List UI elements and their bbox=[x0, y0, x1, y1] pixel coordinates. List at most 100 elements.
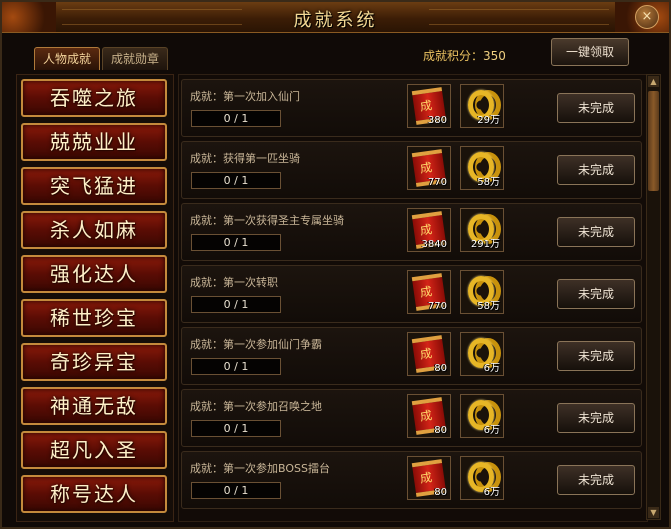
reward-scroll-amount: 380 bbox=[427, 115, 447, 126]
achievement-score: 成就积分：350 bbox=[423, 47, 506, 64]
achievement-progress: 0 / 1 bbox=[191, 420, 281, 437]
scroll-icon-glyph: 成 bbox=[419, 346, 434, 362]
reward-scroll-amount: 80 bbox=[434, 425, 447, 436]
achievement-prefix: 成就： bbox=[190, 400, 223, 413]
achievement-row: 成就：第一次转职 0 / 1 成 770 58万 未完成 bbox=[181, 265, 642, 323]
achievement-name: 第一次参加BOSS擂台 bbox=[223, 462, 330, 475]
achievement-title: 成就：获得第一匹坐骑 bbox=[190, 150, 300, 166]
achievement-prefix: 成就： bbox=[190, 152, 223, 165]
reward-coin-amount: 6万 bbox=[483, 487, 500, 498]
scroll-icon-glyph: 成 bbox=[419, 160, 434, 176]
category-button[interactable]: 奇珍异宝 bbox=[21, 343, 167, 381]
reward-coin-amount: 6万 bbox=[483, 363, 500, 374]
category-button[interactable]: 吞噬之旅 bbox=[21, 79, 167, 117]
reward-coin-slot[interactable]: 58万 bbox=[460, 146, 504, 190]
category-sidebar: 吞噬之旅 兢兢业业 突飞猛进 杀人如麻 强化达人 稀世珍宝 奇珍异宝 神通无敌 … bbox=[16, 74, 174, 522]
achievement-name: 第一次加入仙门 bbox=[223, 90, 300, 103]
achievement-progress: 0 / 1 bbox=[191, 234, 281, 251]
status-button[interactable]: 未完成 bbox=[557, 341, 635, 371]
achievement-prefix: 成就： bbox=[190, 276, 223, 289]
category-button[interactable]: 强化达人 bbox=[21, 255, 167, 293]
list-scrollbar[interactable]: ▲ ▼ bbox=[646, 74, 661, 520]
achievement-name: 获得第一匹坐骑 bbox=[223, 152, 300, 165]
title-bar: 成就系统 × bbox=[2, 2, 669, 33]
achievement-row: 成就：第一次加入仙门 0 / 1 成 380 29万 未完成 bbox=[181, 79, 642, 137]
achievement-progress: 0 / 1 bbox=[191, 172, 281, 189]
scroll-icon-glyph: 成 bbox=[419, 470, 434, 486]
achievement-title: 成就：第一次参加召唤之地 bbox=[190, 398, 322, 414]
achievement-name: 第一次转职 bbox=[223, 276, 278, 289]
score-value: 350 bbox=[483, 49, 506, 63]
reward-coin-slot[interactable]: 29万 bbox=[460, 84, 504, 128]
category-button[interactable]: 杀人如麻 bbox=[21, 211, 167, 249]
status-button[interactable]: 未完成 bbox=[557, 93, 635, 123]
reward-scroll-slot[interactable]: 成 80 bbox=[407, 332, 451, 376]
achievement-progress: 0 / 1 bbox=[191, 482, 281, 499]
achievement-title: 成就：第一次获得圣主专属坐骑 bbox=[190, 212, 344, 228]
scrollbar-thumb[interactable] bbox=[648, 91, 659, 191]
reward-scroll-amount: 3840 bbox=[421, 239, 447, 250]
achievement-title: 成就：第一次参加仙门争霸 bbox=[190, 336, 322, 352]
achievement-row: 成就：获得第一匹坐骑 0 / 1 成 770 58万 未完成 bbox=[181, 141, 642, 199]
achievement-prefix: 成就： bbox=[190, 90, 223, 103]
tab-character-achievements[interactable]: 人物成就 bbox=[34, 47, 101, 70]
category-button[interactable]: 突飞猛进 bbox=[21, 167, 167, 205]
scroll-up-arrow-icon[interactable]: ▲ bbox=[648, 76, 659, 87]
reward-coin-slot[interactable]: 58万 bbox=[460, 270, 504, 314]
reward-scroll-slot[interactable]: 成 770 bbox=[407, 270, 451, 314]
achievement-name: 第一次参加召唤之地 bbox=[223, 400, 322, 413]
status-button[interactable]: 未完成 bbox=[557, 403, 635, 433]
status-button[interactable]: 未完成 bbox=[557, 217, 635, 247]
close-button[interactable]: × bbox=[635, 5, 659, 29]
reward-coin-amount: 6万 bbox=[483, 425, 500, 436]
reward-coin-slot[interactable]: 6万 bbox=[460, 332, 504, 376]
scroll-down-arrow-icon[interactable]: ▼ bbox=[648, 507, 659, 518]
status-button[interactable]: 未完成 bbox=[557, 465, 635, 495]
status-button[interactable]: 未完成 bbox=[557, 279, 635, 309]
achievement-row: 成就：第一次参加BOSS擂台 0 / 1 成 80 6万 未完成 bbox=[181, 451, 642, 509]
achievement-progress: 0 / 1 bbox=[191, 358, 281, 375]
reward-coin-amount: 58万 bbox=[477, 177, 500, 188]
reward-coin-amount: 291万 bbox=[470, 239, 500, 250]
achievement-row: 成就：第一次获得圣主专属坐骑 0 / 1 成 3840 291万 未完成 bbox=[181, 203, 642, 261]
category-button[interactable]: 称号达人 bbox=[21, 475, 167, 513]
category-button[interactable]: 超凡入圣 bbox=[21, 431, 167, 469]
reward-coin-amount: 29万 bbox=[477, 115, 500, 126]
tab-achievement-medals[interactable]: 成就勋章 bbox=[102, 47, 169, 70]
reward-scroll-slot[interactable]: 成 3840 bbox=[407, 208, 451, 252]
reward-scroll-amount: 770 bbox=[427, 301, 447, 312]
achievement-prefix: 成就： bbox=[190, 462, 223, 475]
achievement-window: 成就系统 × 人物成就 成就勋章 成就积分：350 一键领取 吞噬之旅 兢兢业业… bbox=[0, 0, 671, 529]
scroll-icon-glyph: 成 bbox=[419, 284, 434, 300]
reward-scroll-slot[interactable]: 成 770 bbox=[407, 146, 451, 190]
score-label: 成就积分： bbox=[423, 49, 484, 63]
title-ornament-right bbox=[429, 9, 609, 25]
claim-all-button[interactable]: 一键领取 bbox=[551, 38, 629, 66]
achievement-prefix: 成就： bbox=[190, 338, 223, 351]
achievement-list: 成就：第一次加入仙门 0 / 1 成 380 29万 未完成 成就：获得第一匹坐骑… bbox=[178, 74, 648, 522]
category-button[interactable]: 神通无敌 bbox=[21, 387, 167, 425]
achievement-name: 第一次获得圣主专属坐骑 bbox=[223, 214, 344, 227]
reward-scroll-slot[interactable]: 成 380 bbox=[407, 84, 451, 128]
reward-coin-slot[interactable]: 6万 bbox=[460, 456, 504, 500]
category-button[interactable]: 稀世珍宝 bbox=[21, 299, 167, 337]
reward-coin-slot[interactable]: 6万 bbox=[460, 394, 504, 438]
reward-scroll-slot[interactable]: 成 80 bbox=[407, 394, 451, 438]
reward-coin-amount: 58万 bbox=[477, 301, 500, 312]
reward-coin-slot[interactable]: 291万 bbox=[460, 208, 504, 252]
achievement-row: 成就：第一次参加仙门争霸 0 / 1 成 80 6万 未完成 bbox=[181, 327, 642, 385]
reward-scroll-amount: 770 bbox=[427, 177, 447, 188]
achievement-row: 成就：第一次参加召唤之地 0 / 1 成 80 6万 未完成 bbox=[181, 389, 642, 447]
scroll-icon-glyph: 成 bbox=[419, 222, 434, 238]
scroll-icon-glyph: 成 bbox=[419, 408, 434, 424]
reward-scroll-amount: 80 bbox=[434, 363, 447, 374]
reward-scroll-amount: 80 bbox=[434, 487, 447, 498]
achievement-title: 成就：第一次转职 bbox=[190, 274, 278, 290]
category-button[interactable]: 兢兢业业 bbox=[21, 123, 167, 161]
achievement-progress: 0 / 1 bbox=[191, 110, 281, 127]
achievement-progress: 0 / 1 bbox=[191, 296, 281, 313]
achievement-name: 第一次参加仙门争霸 bbox=[223, 338, 322, 351]
status-button[interactable]: 未完成 bbox=[557, 155, 635, 185]
achievement-prefix: 成就： bbox=[190, 214, 223, 227]
reward-scroll-slot[interactable]: 成 80 bbox=[407, 456, 451, 500]
